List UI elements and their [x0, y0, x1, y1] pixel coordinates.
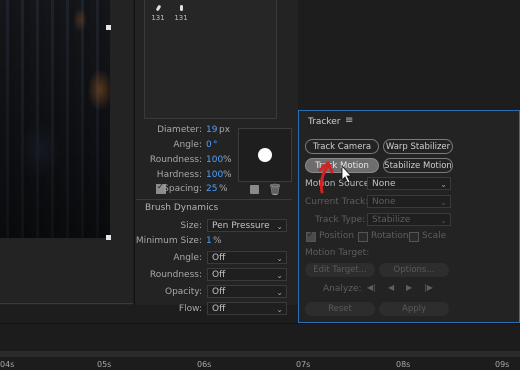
size-dropdown[interactable]: Pen Pressure ⌄ [207, 219, 287, 232]
new-brush-icon[interactable] [250, 185, 259, 194]
footage-frame [0, 0, 110, 238]
motion-source-dropdown[interactable]: None ⌄ [367, 177, 451, 190]
analyze-label: Analyze: [323, 284, 362, 294]
minimum-size-value[interactable]: 1 [206, 236, 212, 246]
opacity-label: Opacity: [165, 287, 202, 297]
track-type-dropdown[interactable]: Stabilize ⌄ [367, 213, 451, 226]
brush-dynamics-title: Brush Dynamics [145, 203, 219, 213]
timeline-panel[interactable] [0, 324, 520, 370]
size-dropdown-value: Pen Pressure [212, 221, 270, 231]
analyze-forward-frame-icon[interactable]: |▶ [424, 283, 433, 292]
hardness-label: Hardness: [156, 170, 202, 180]
angle-unit: ° [213, 140, 218, 150]
stabilize-motion-button[interactable]: Stabilize Motion [383, 158, 453, 173]
roundness-dropdown-value: Off [212, 270, 226, 280]
roundness-label: Roundness: [149, 155, 202, 165]
diameter-unit: px [219, 125, 231, 135]
position-checkbox[interactable] [306, 230, 316, 242]
hardness-unit: % [223, 170, 232, 180]
angle-value[interactable]: 0 [206, 140, 212, 150]
chevron-down-icon: ⌄ [276, 254, 283, 263]
brush-tip-thumb[interactable]: 131 [171, 3, 191, 22]
section-divider [136, 199, 292, 200]
size-label: Size: [180, 221, 202, 231]
brush-tip-size: 131 [174, 14, 188, 22]
composition-viewer[interactable] [0, 0, 133, 305]
options-button[interactable]: Options... [379, 263, 449, 277]
chevron-down-icon: ⌄ [276, 288, 283, 297]
divider [0, 323, 520, 324]
brush-tip-icon [179, 5, 183, 11]
current-track-value: None [372, 197, 396, 207]
warp-stabilizer-button[interactable]: Warp Stabilizer [383, 139, 453, 154]
time-tick: 09s [495, 360, 510, 369]
dyn-roundness-label: Roundness: [149, 270, 202, 280]
spacing-label: Spacing: [163, 184, 202, 194]
hardness-value[interactable]: 100 [206, 170, 223, 180]
brush-tip-thumb[interactable]: 131 [148, 3, 168, 22]
flow-dropdown[interactable]: Off ⌄ [207, 302, 287, 315]
reset-button[interactable]: Reset [305, 302, 375, 316]
position-label: Position [319, 231, 355, 241]
time-tick: 08s [396, 360, 411, 369]
brush-preview [238, 128, 292, 182]
rotation-label: Rotation [371, 231, 409, 241]
minimum-size-label: Minimum Size: [135, 236, 202, 246]
tracker-title: Tracker [308, 117, 341, 127]
chevron-down-icon: ⌄ [276, 305, 283, 314]
time-tick: 07s [296, 360, 311, 369]
rotation-checkbox[interactable] [358, 232, 368, 242]
analyze-forward-icon[interactable]: ▶ [406, 283, 412, 292]
angle-dropdown-value: Off [212, 253, 226, 263]
roundness-dropdown[interactable]: Off ⌄ [207, 268, 287, 281]
spacing-unit: % [219, 184, 228, 194]
roundness-unit: % [223, 155, 232, 165]
apply-button[interactable]: Apply [379, 302, 449, 316]
scale-checkbox[interactable] [409, 232, 419, 242]
hamburger-icon[interactable]: ≡ [345, 115, 353, 126]
time-tick: 04s [0, 360, 15, 369]
time-ruler[interactable] [0, 351, 520, 357]
brush-tip-icon [155, 4, 161, 12]
brush-tip-size: 131 [151, 14, 165, 22]
flow-label: Flow: [178, 304, 202, 314]
motion-source-value: None [372, 179, 396, 189]
analyze-backward-icon[interactable]: ◀ [388, 283, 394, 292]
brush-tip-grid[interactable]: 131 131 [144, 0, 277, 119]
track-type-label: Track Type: [315, 215, 366, 225]
chevron-down-icon: ⌄ [440, 198, 447, 207]
motion-target-label: Motion Target: [305, 248, 370, 258]
layer-handle-bottom-right[interactable] [106, 235, 111, 240]
divider [0, 303, 133, 304]
track-type-value: Stabilize [372, 215, 411, 225]
scale-label: Scale [422, 231, 447, 241]
time-tick: 06s [197, 360, 212, 369]
diameter-label: Diameter: [157, 125, 202, 135]
angle-label: Angle: [173, 140, 202, 150]
minimum-size-unit: % [213, 236, 222, 246]
tracker-panel: Tracker ≡ Track Camera Warp Stabilizer T… [298, 110, 520, 323]
chevron-down-icon: ⌄ [276, 222, 283, 231]
brush-preview-dot [258, 148, 272, 162]
spacing-value[interactable]: 25 [206, 184, 217, 194]
opacity-dropdown[interactable]: Off ⌄ [207, 285, 287, 298]
roundness-value[interactable]: 100 [206, 155, 223, 165]
flow-dropdown-value: Off [212, 304, 226, 314]
angle-dropdown[interactable]: Off ⌄ [207, 251, 287, 264]
layer-handle-top-right[interactable] [106, 25, 111, 30]
diameter-value[interactable]: 19 [206, 125, 217, 135]
current-track-dropdown[interactable]: None ⌄ [367, 195, 451, 208]
trash-icon[interactable]: 🗑 [268, 183, 282, 196]
time-tick: 05s [97, 360, 112, 369]
annotation-arrow-icon [318, 161, 352, 194]
chevron-down-icon: ⌄ [440, 216, 447, 225]
edit-target-button[interactable]: Edit Target... [305, 263, 375, 277]
chevron-down-icon: ⌄ [276, 271, 283, 280]
opacity-dropdown-value: Off [212, 287, 226, 297]
analyze-back-frame-icon[interactable]: ◀| [367, 283, 376, 292]
chevron-down-icon: ⌄ [440, 180, 447, 189]
dyn-angle-label: Angle: [173, 253, 202, 263]
